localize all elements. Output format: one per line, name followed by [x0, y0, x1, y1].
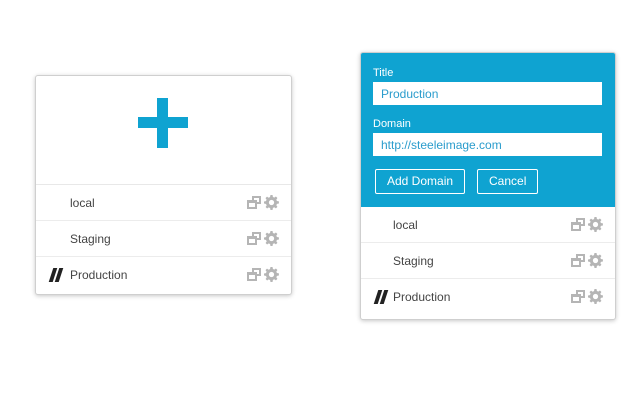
stage: local Staging Production Title Productio… — [0, 0, 640, 400]
active-environment-icon — [373, 290, 389, 304]
gear-icon[interactable] — [588, 217, 603, 232]
environment-row-local[interactable]: local — [36, 185, 291, 221]
environment-panel-collapsed: local Staging Production — [35, 75, 292, 295]
environment-row-staging[interactable]: Staging — [36, 221, 291, 257]
environment-label: Staging — [70, 232, 111, 246]
domain-input[interactable] — [373, 133, 602, 156]
environment-row-production[interactable]: Production — [36, 257, 291, 292]
gear-icon[interactable] — [264, 195, 279, 210]
environment-row-staging[interactable]: Staging — [361, 243, 615, 279]
environment-row-production[interactable]: Production — [361, 279, 615, 314]
environment-row-local[interactable]: local — [361, 207, 615, 243]
gear-icon[interactable] — [264, 267, 279, 282]
environment-label: local — [393, 218, 418, 232]
add-domain-button[interactable]: Add Domain — [375, 169, 466, 194]
environment-label: Staging — [393, 254, 434, 268]
window-icon[interactable] — [571, 254, 585, 267]
gear-icon[interactable] — [588, 289, 603, 304]
domain-label: Domain — [373, 118, 411, 130]
environment-label: Production — [70, 268, 128, 282]
window-icon[interactable] — [247, 232, 261, 245]
cancel-button[interactable]: Cancel — [477, 169, 539, 194]
gear-icon[interactable] — [264, 231, 279, 246]
window-icon[interactable] — [247, 268, 261, 281]
environment-label: local — [70, 196, 95, 210]
window-icon[interactable] — [571, 290, 585, 303]
title-label: Title — [373, 67, 394, 79]
gear-icon[interactable] — [588, 253, 603, 268]
environment-panel-expanded: Title Domain Add Domain Cancel local Sta… — [360, 52, 616, 320]
window-icon[interactable] — [571, 218, 585, 231]
title-input[interactable] — [373, 82, 602, 105]
add-environment-area — [36, 76, 291, 185]
window-icon[interactable] — [247, 196, 261, 209]
active-environment-icon — [48, 268, 64, 282]
environment-label: Production — [393, 290, 451, 304]
add-domain-form: Title Domain Add Domain Cancel — [361, 53, 615, 207]
plus-icon[interactable] — [138, 98, 188, 148]
